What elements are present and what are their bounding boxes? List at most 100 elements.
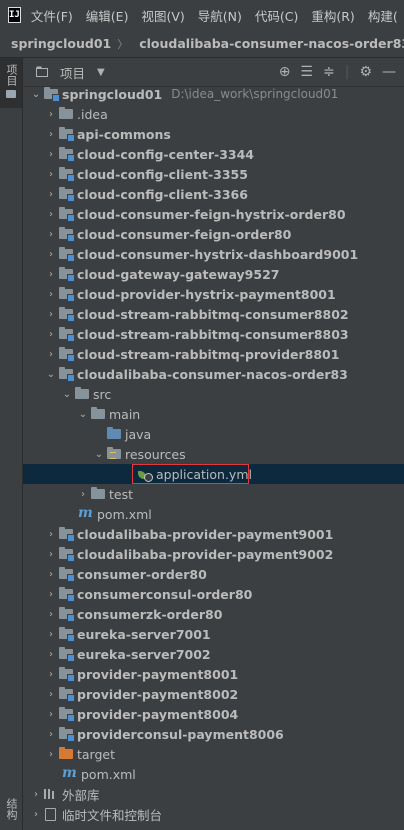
- chevron-right-icon[interactable]: ›: [44, 169, 58, 180]
- module-label: cloud-gateway-gateway9527: [77, 266, 280, 282]
- tree-row-module[interactable]: › cloud-consumer-feign-order80: [23, 224, 404, 244]
- chevron-right-icon[interactable]: ›: [44, 749, 58, 760]
- chevron-right-icon[interactable]: ›: [44, 729, 58, 740]
- tree-row-module[interactable]: › cloud-consumer-feign-hystrix-order80: [23, 204, 404, 224]
- module-label: cloud-stream-rabbitmq-consumer8802: [77, 306, 349, 322]
- folder-module-icon: [43, 84, 60, 104]
- chevron-right-icon[interactable]: ›: [44, 329, 58, 340]
- tree-row-module[interactable]: › cloud-stream-rabbitmq-consumer8803: [23, 324, 404, 344]
- chevron-right-icon[interactable]: ›: [44, 249, 58, 260]
- tree-row-module[interactable]: › provider-payment8002: [23, 684, 404, 704]
- tree-row-module[interactable]: › consumerzk-order80: [23, 604, 404, 624]
- chevron-right-icon[interactable]: ›: [44, 529, 58, 540]
- chevron-down-icon[interactable]: ⌄: [92, 449, 106, 460]
- tree-row-main[interactable]: ⌄ main: [23, 404, 404, 424]
- folder-module-icon: [58, 204, 75, 224]
- menu-edit[interactable]: 编辑(E): [86, 6, 129, 25]
- highlight-box: [132, 464, 249, 484]
- tree-row-module[interactable]: › cloudalibaba-provider-payment9001: [23, 524, 404, 544]
- locate-file-icon[interactable]: ⊕: [279, 64, 291, 80]
- chevron-right-icon[interactable]: ›: [44, 269, 58, 280]
- menu-refactor[interactable]: 重构(R): [311, 6, 354, 25]
- chevron-right-icon[interactable]: ›: [44, 689, 58, 700]
- menu-build[interactable]: 构建(: [368, 6, 398, 25]
- breadcrumb-project[interactable]: springcloud01: [0, 36, 111, 51]
- chevron-down-icon[interactable]: ⌄: [29, 89, 43, 100]
- module-label: cloud-consumer-feign-hystrix-order80: [77, 206, 346, 222]
- tree-row-module[interactable]: › cloudalibaba-provider-payment9002: [23, 544, 404, 564]
- tree-row-idea[interactable]: › .idea: [23, 104, 404, 124]
- tree-row-module[interactable]: › eureka-server7002: [23, 644, 404, 664]
- chevron-right-icon[interactable]: ›: [44, 349, 58, 360]
- tree-row-module[interactable]: › consumerconsul-order80: [23, 584, 404, 604]
- tree-row-module[interactable]: › cloud-gateway-gateway9527: [23, 264, 404, 284]
- tree-row-external-libraries[interactable]: › 外部库: [23, 784, 404, 804]
- tree-row-module[interactable]: › cloud-stream-rabbitmq-provider8801: [23, 344, 404, 364]
- tree-row-src[interactable]: ⌄ src: [23, 384, 404, 404]
- chevron-right-icon[interactable]: ›: [44, 129, 58, 140]
- chevron-right-icon[interactable]: ›: [44, 649, 58, 660]
- chevron-right-icon[interactable]: ›: [29, 809, 43, 820]
- resources-folder-icon: [106, 444, 122, 464]
- chevron-right-icon[interactable]: ›: [29, 789, 43, 800]
- tree-row-test[interactable]: › test: [23, 484, 404, 504]
- tree-row-module[interactable]: › cloud-config-client-3366: [23, 184, 404, 204]
- tree-row-module[interactable]: › api-commons: [23, 124, 404, 144]
- chevron-right-icon[interactable]: ›: [44, 229, 58, 240]
- module-label: provider-payment8004: [77, 706, 239, 722]
- tree-row-module[interactable]: › provider-payment8004: [23, 704, 404, 724]
- tree-row-root[interactable]: ⌄ springcloud01 D:\idea_work\springcloud…: [23, 84, 404, 104]
- folder-module-icon: [58, 264, 75, 284]
- chevron-right-icon[interactable]: ›: [44, 189, 58, 200]
- menu-navigate[interactable]: 导航(N): [198, 6, 242, 25]
- tree-row-module[interactable]: › cloud-config-client-3355: [23, 164, 404, 184]
- tree-row-scratches[interactable]: › 临时文件和控制台: [23, 804, 404, 824]
- view-dropdown-icon[interactable]: ▼: [97, 67, 105, 78]
- tree-row-module-expanded[interactable]: ⌄ cloudalibaba-consumer-nacos-order83: [23, 364, 404, 384]
- gear-icon[interactable]: ⚙: [359, 64, 372, 80]
- chevron-right-icon[interactable]: ›: [44, 709, 58, 720]
- tree-row-java[interactable]: java: [23, 424, 404, 444]
- intellij-logo-icon[interactable]: IJ: [8, 7, 21, 23]
- project-tool-tab[interactable]: 项目: [0, 58, 22, 108]
- tree-row-module[interactable]: › eureka-server7001: [23, 624, 404, 644]
- chevron-right-icon[interactable]: ›: [44, 209, 58, 220]
- chevron-right-icon[interactable]: ›: [44, 569, 58, 580]
- chevron-right-icon[interactable]: ›: [44, 549, 58, 560]
- chevron-down-icon[interactable]: ⌄: [60, 389, 74, 400]
- tree-row-module[interactable]: › provider-payment8001: [23, 664, 404, 684]
- folder-module-icon: [58, 184, 75, 204]
- structure-tool-tab[interactable]: 结构: [0, 798, 22, 830]
- chevron-right-icon[interactable]: ›: [44, 289, 58, 300]
- collapse-all-icon[interactable]: ≑: [323, 64, 335, 80]
- tree-row-module[interactable]: › cloud-stream-rabbitmq-consumer8802: [23, 304, 404, 324]
- module-label: provider-payment8001: [77, 666, 239, 682]
- chevron-right-icon[interactable]: ›: [44, 609, 58, 620]
- expand-all-icon[interactable]: ☰: [300, 64, 313, 80]
- chevron-right-icon[interactable]: ›: [44, 669, 58, 680]
- menu-view[interactable]: 视图(V): [141, 6, 184, 25]
- tree-row-target[interactable]: › target: [23, 744, 404, 764]
- chevron-down-icon[interactable]: ⌄: [76, 409, 90, 420]
- chevron-right-icon[interactable]: ›: [44, 629, 58, 640]
- minimize-icon[interactable]: —: [382, 64, 396, 80]
- tree-row-module[interactable]: › providerconsul-payment8006: [23, 724, 404, 744]
- tree-row-module-pom[interactable]: m pom.xml: [23, 504, 404, 524]
- menu-code[interactable]: 代码(C): [255, 6, 298, 25]
- breadcrumb-module[interactable]: cloudalibaba-consumer-nacos-order83: [128, 36, 404, 51]
- chevron-right-icon[interactable]: ›: [44, 109, 58, 120]
- tree-row-module[interactable]: › cloud-provider-hystrix-payment8001: [23, 284, 404, 304]
- menu-file[interactable]: 文件(F): [31, 6, 73, 25]
- tree-row-root-pom[interactable]: m pom.xml: [23, 764, 404, 784]
- tree-row-module[interactable]: › cloud-config-center-3344: [23, 144, 404, 164]
- tree-row-resources[interactable]: ⌄ resources: [23, 444, 404, 464]
- chevron-right-icon[interactable]: ›: [76, 489, 90, 500]
- tree-row-application-yml[interactable]: application.yml: [23, 464, 404, 484]
- chevron-right-icon[interactable]: ›: [44, 149, 58, 160]
- tree-row-module[interactable]: › cloud-consumer-hystrix-dashboard9001: [23, 244, 404, 264]
- chevron-down-icon[interactable]: ⌄: [44, 369, 58, 380]
- module-label: consumerconsul-order80: [77, 586, 253, 602]
- chevron-right-icon[interactable]: ›: [44, 309, 58, 320]
- tree-row-module[interactable]: › consumer-order80: [23, 564, 404, 584]
- chevron-right-icon[interactable]: ›: [44, 589, 58, 600]
